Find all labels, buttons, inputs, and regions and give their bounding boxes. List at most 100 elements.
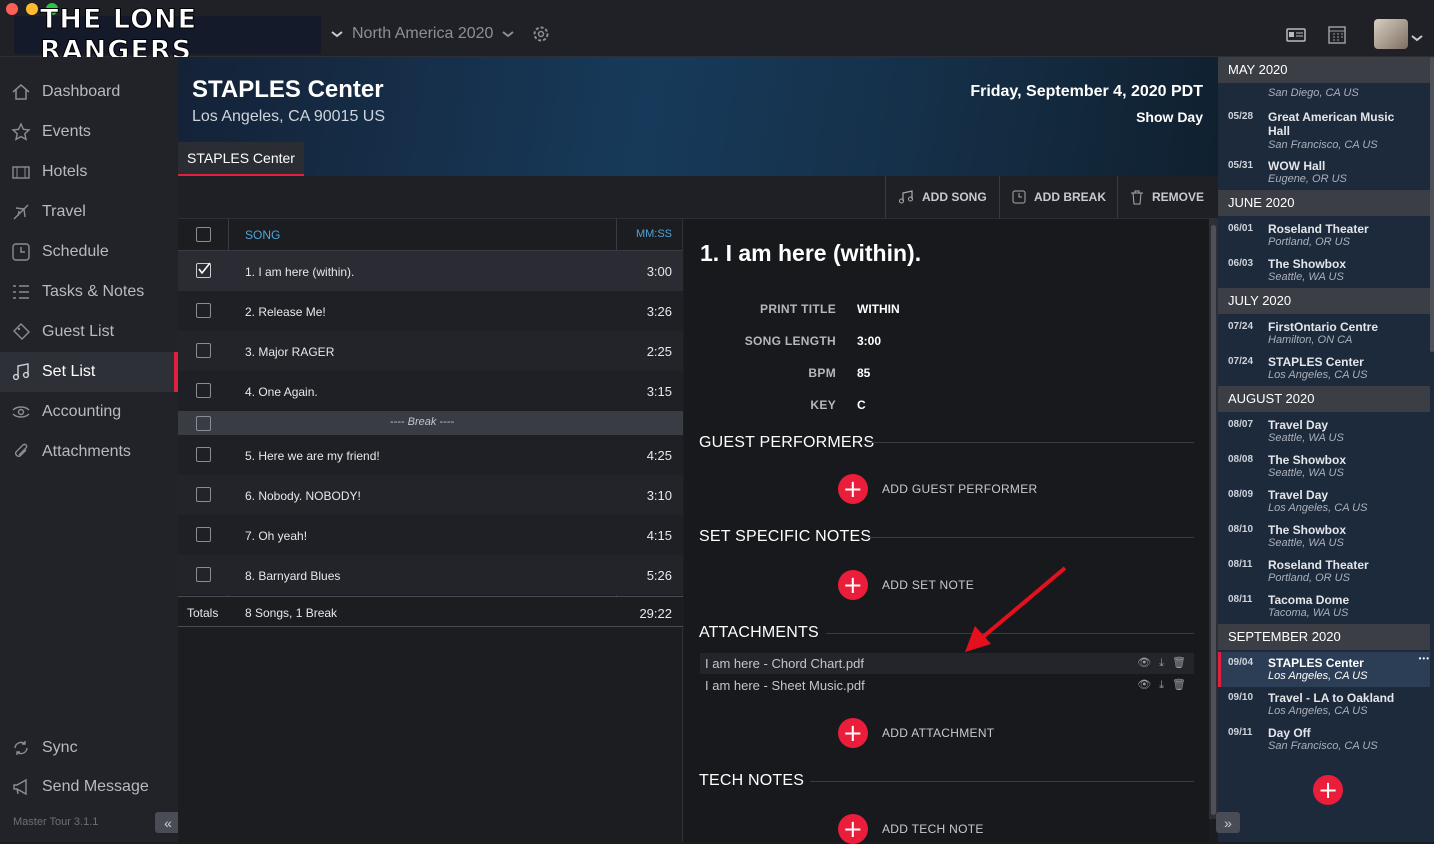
chevron-down-icon[interactable] (1410, 33, 1424, 43)
trash-icon[interactable]: 🗑 (1172, 653, 1186, 674)
calendar-event-item[interactable]: 09/04 STAPLES Center Los Angeles, CA US ••• (1218, 652, 1430, 687)
field-value-bpm[interactable]: 85 (857, 366, 870, 380)
field-value-key[interactable]: C (857, 398, 866, 412)
calendar-event-item[interactable]: 05/31 WOW Hall Eugene, OR US (1218, 155, 1430, 190)
row-checkbox[interactable] (196, 447, 211, 462)
remove-button[interactable]: REMOVE (1117, 176, 1218, 218)
plus-icon: + (838, 814, 868, 844)
field-value-song-length[interactable]: 3:00 (857, 334, 881, 348)
send-message-button[interactable]: Send Message (0, 767, 178, 807)
annotation-arrow (965, 566, 1067, 652)
event-location: Los Angeles, CA US (1268, 670, 1368, 682)
table-row[interactable]: 6. Nobody. NOBODY! 3:10 (178, 475, 683, 515)
tab-venue[interactable]: STAPLES Center (178, 142, 304, 176)
calendar-event-item[interactable]: 07/24 FirstOntario Centre Hamilton, ON CA (1218, 316, 1430, 351)
break-row[interactable]: ---- Break ---- (178, 411, 683, 435)
detail-scrollbar-thumb[interactable] (1211, 225, 1216, 815)
gear-icon[interactable] (531, 24, 551, 44)
sidebar-item-events[interactable]: Events (0, 112, 178, 152)
column-header-time[interactable]: MM:SS (636, 228, 672, 240)
table-row[interactable]: 4. One Again. 3:15 (178, 371, 683, 411)
event-name: The Showbox (1268, 453, 1346, 467)
add-tech-note-button[interactable]: + ADD TECH NOTE (838, 814, 984, 844)
event-date: 08/08 (1228, 454, 1254, 465)
add-song-button[interactable]: ADD SONG (885, 176, 998, 218)
row-checkbox[interactable] (196, 567, 211, 582)
add-set-note-button[interactable]: + ADD SET NOTE (838, 570, 974, 600)
band-logo[interactable]: THE LONE RANGERS (14, 4, 321, 67)
table-row[interactable]: 3. Major RAGER 2:25 (178, 331, 683, 371)
attachment-name: I am here - Chord Chart.pdf (705, 656, 864, 671)
tour-selector[interactable]: North America 2020 (330, 24, 551, 44)
table-row[interactable]: 2. Release Me! 3:26 (178, 291, 683, 331)
calendar-event-item[interactable]: 09/10 Travel - LA to Oakland Los Angeles, … (1218, 687, 1430, 722)
calendar-event-item[interactable]: 08/10 The Showbox Seattle, WA US (1218, 519, 1430, 554)
sidebar-item-attachments[interactable]: Attachments (0, 432, 178, 472)
table-row[interactable]: 5. Here we are my friend! 4:25 (178, 435, 683, 475)
calendar-event-item[interactable]: 07/24 STAPLES Center Los Angeles, CA US (1218, 351, 1430, 386)
sidebar-item-tasks-notes[interactable]: Tasks & Notes (0, 272, 178, 312)
table-row[interactable]: 1. I am here (within). 3:00 (178, 251, 683, 291)
calendar-event-item[interactable]: 08/08 The Showbox Seattle, WA US (1218, 449, 1430, 484)
sidebar-item-schedule[interactable]: Schedule (0, 232, 178, 272)
eye-icon[interactable]: 👁 (1137, 675, 1151, 696)
column-header-song[interactable]: SONG (245, 228, 280, 242)
download-icon[interactable]: ⤓ (1159, 653, 1164, 674)
song-name: 5. Here we are my friend! (245, 449, 380, 463)
calendar-event-item[interactable]: 08/11 Roseland Theater Portland, OR US (1218, 554, 1430, 589)
calendar-event-item[interactable]: San Diego, CA US (1218, 83, 1430, 105)
row-checkbox[interactable] (196, 416, 211, 431)
calendar-icon[interactable] (1328, 25, 1346, 44)
window-close-button[interactable] (6, 3, 18, 15)
row-checkbox-checked[interactable] (196, 262, 211, 278)
calendar-event-item[interactable]: 09/11 Day Off San Francisco, CA US (1218, 722, 1430, 757)
calendar-event-item[interactable]: 06/01 Roseland Theater Portland, OR US (1218, 218, 1430, 253)
sidebar-item-dashboard[interactable]: Dashboard (0, 72, 178, 112)
calendar-event-item[interactable]: 08/09 Travel Day Los Angeles, CA US (1218, 484, 1430, 519)
table-row[interactable]: 8. Barnyard Blues 5:26 (178, 555, 683, 595)
attachment-item[interactable]: I am here - Chord Chart.pdf 👁 ⤓ 🗑 (700, 653, 1194, 674)
calendar-event-item[interactable]: 05/28 Great American Music Hall San Franci… (1218, 106, 1430, 151)
double-chevron-left-icon: « (164, 814, 172, 831)
star-icon (10, 121, 32, 143)
add-attachment-button[interactable]: + ADD ATTACHMENT (838, 718, 994, 748)
add-event-button[interactable]: + (1313, 775, 1343, 805)
event-location: San Diego, CA US (1268, 87, 1359, 99)
row-checkbox[interactable] (196, 487, 211, 502)
more-options-icon[interactable]: ••• (1419, 654, 1430, 663)
calendar-event-item[interactable]: 08/07 Travel Day Seattle, WA US (1218, 414, 1430, 449)
attachment-item[interactable]: I am here - Sheet Music.pdf 👁 ⤓ 🗑 (700, 675, 1194, 696)
song-name: 4. One Again. (245, 385, 318, 399)
add-guest-performer-button[interactable]: + ADD GUEST PERFORMER (838, 474, 1038, 504)
table-row[interactable]: 7. Oh yeah! 4:15 (178, 515, 683, 555)
sidebar-item-label: Guest List (42, 323, 115, 340)
user-avatar[interactable] (1374, 19, 1408, 49)
window-minimize-button[interactable] (26, 3, 38, 15)
calendar-event-item[interactable]: 08/11 Tacoma Dome Tacoma, WA US (1218, 589, 1430, 624)
sidebar-item-set-list[interactable]: Set List (0, 352, 178, 392)
calendar-event-item[interactable]: 06/03 The Showbox Seattle, WA US (1218, 253, 1430, 288)
add-break-button[interactable]: ADD BREAK (999, 176, 1116, 218)
event-date: 07/24 (1228, 321, 1254, 332)
trash-icon[interactable]: 🗑 (1172, 675, 1186, 696)
chevron-down-icon (502, 31, 515, 38)
row-checkbox[interactable] (196, 303, 211, 318)
row-checkbox[interactable] (196, 343, 211, 358)
sidebar-item-travel[interactable]: Travel (0, 192, 178, 232)
row-checkbox[interactable] (196, 527, 211, 542)
download-icon[interactable]: ⤓ (1159, 675, 1164, 696)
contact-card-icon[interactable] (1286, 28, 1306, 42)
eye-icon[interactable]: 👁 (1137, 653, 1151, 674)
sync-label: Sync (42, 739, 78, 756)
sidebar-item-hotels[interactable]: Hotels (0, 152, 178, 192)
select-all-checkbox[interactable] (196, 227, 211, 242)
sidebar-item-guest-list[interactable]: Guest List (0, 312, 178, 352)
sync-button[interactable]: Sync (0, 728, 178, 768)
song-name: 3. Major RAGER (245, 345, 335, 359)
calendar-month-header: MAY 2020 (1218, 57, 1430, 83)
expand-panel-button[interactable]: » (1216, 812, 1240, 833)
calendar-scrollbar[interactable] (1430, 57, 1434, 352)
field-value-print-title[interactable]: WITHIN (857, 302, 900, 316)
row-checkbox[interactable] (196, 383, 211, 398)
sidebar-item-accounting[interactable]: Accounting (0, 392, 178, 432)
